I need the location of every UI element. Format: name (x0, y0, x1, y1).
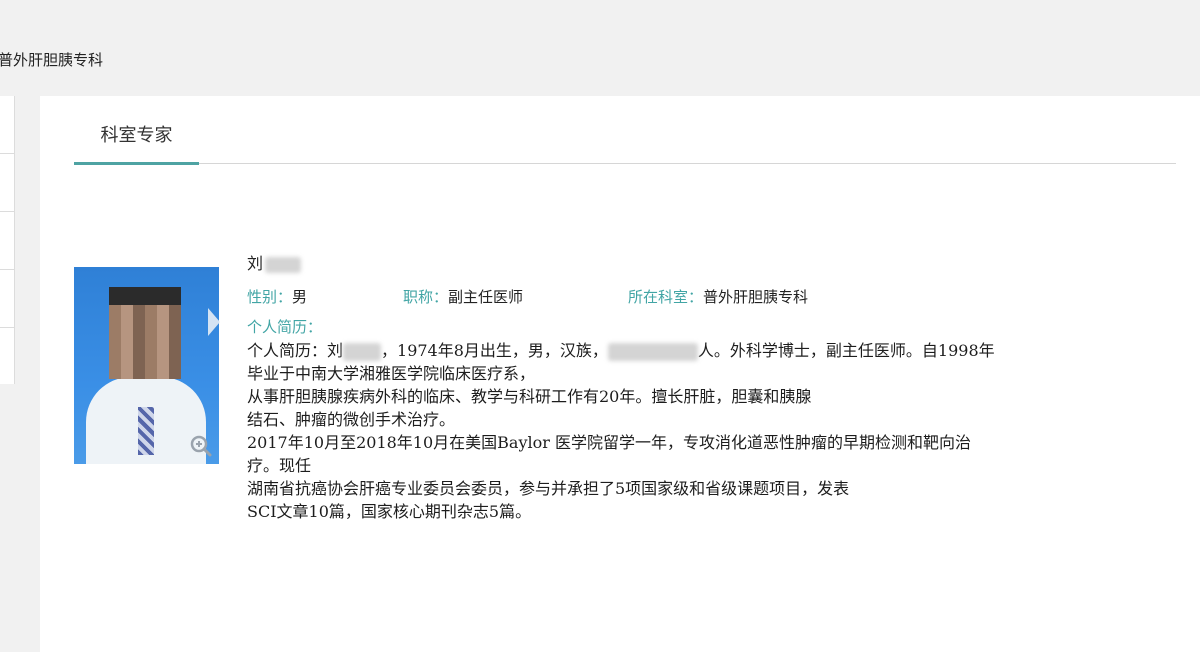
page-title: 普外肝胆胰专科 (0, 51, 104, 69)
bio-line: 毕业于中南大学湘雅医学院临床医疗系， (247, 364, 536, 383)
bio-line: 2017年10月至2018年10月在美国Baylor 医学院留学一年，专攻消化道… (247, 433, 971, 452)
tab-label: 科室专家 (100, 125, 173, 146)
gender-label: 性别： (247, 288, 293, 306)
top-header-bar: 普外肝胆胰专科 (0, 0, 1200, 96)
department-value: 普外肝胆胰专科 (703, 288, 809, 306)
bio-label: 个人简历： (247, 318, 323, 336)
gender-value: 男 (292, 288, 308, 306)
bio-line: 湖南省抗癌协会肝癌专业委员会委员，参与并承担了5项国家级和省级课题项目，发表 (247, 479, 850, 498)
bio-line: 结石、肿瘤的微创手术治疗。 (247, 410, 456, 429)
photo-tie (138, 407, 154, 455)
bio-line: 疗。现任 (247, 456, 312, 475)
tab-bar-divider (74, 163, 1176, 164)
chevron-right-icon[interactable] (208, 308, 220, 336)
bio-line: 从事肝胆胰腺疾病外科的临床、教学与科研工作有20年。擅长肝脏，胆囊和胰腺 (247, 387, 812, 406)
bio-segment: ，1974年8月出生，男，汉族， (381, 341, 608, 360)
title-label: 职称： (403, 288, 449, 306)
sidebar-divider (0, 211, 14, 212)
zoom-in-icon[interactable] (190, 435, 212, 457)
bio-segment: 人。外科学博士，副主任医师。自1998年 (697, 341, 995, 360)
sidebar-divider (0, 269, 14, 270)
doctor-name-text: 刘 (247, 254, 264, 273)
department-label: 所在科室： (628, 288, 704, 306)
redacted-hometown-blur (607, 342, 698, 361)
redacted-name-blur (265, 256, 302, 273)
sidebar-divider (0, 153, 14, 154)
main-content-panel: 科室专家 刘 性别：男 职称：副主任医师 所在科室：普外肝胆胰专科 个人简历： … (40, 96, 1200, 652)
photo-hair (109, 287, 181, 305)
left-sidebar (0, 96, 15, 384)
title-value: 副主任医师 (448, 288, 524, 306)
tab-department-experts[interactable]: 科室专家 (74, 96, 199, 165)
bio-segment: 个人简历：刘 (247, 341, 344, 360)
department-field: 所在科室：普外肝胆胰专科 (628, 286, 808, 307)
doctor-name: 刘 (247, 250, 302, 274)
active-tab-indicator (74, 162, 199, 165)
bio-line: SCI文章10篇，国家核心期刊杂志5篇。 (247, 502, 532, 521)
bio-text: 个人简历：刘 ，1974年8月出生，男，汉族， 人。外科学博士，副主任医师。自199… (247, 339, 1187, 523)
redacted-name-blur (343, 342, 382, 361)
title-field: 职称：副主任医师 (403, 286, 523, 307)
gender-field: 性别：男 (247, 286, 307, 307)
tab-bar: 科室专家 (74, 96, 1176, 165)
sidebar-divider (0, 327, 14, 328)
bio-line: 个人简历：刘 ，1974年8月出生，男，汉族， 人。外科学博士，副主任医师。自199… (247, 339, 1187, 362)
